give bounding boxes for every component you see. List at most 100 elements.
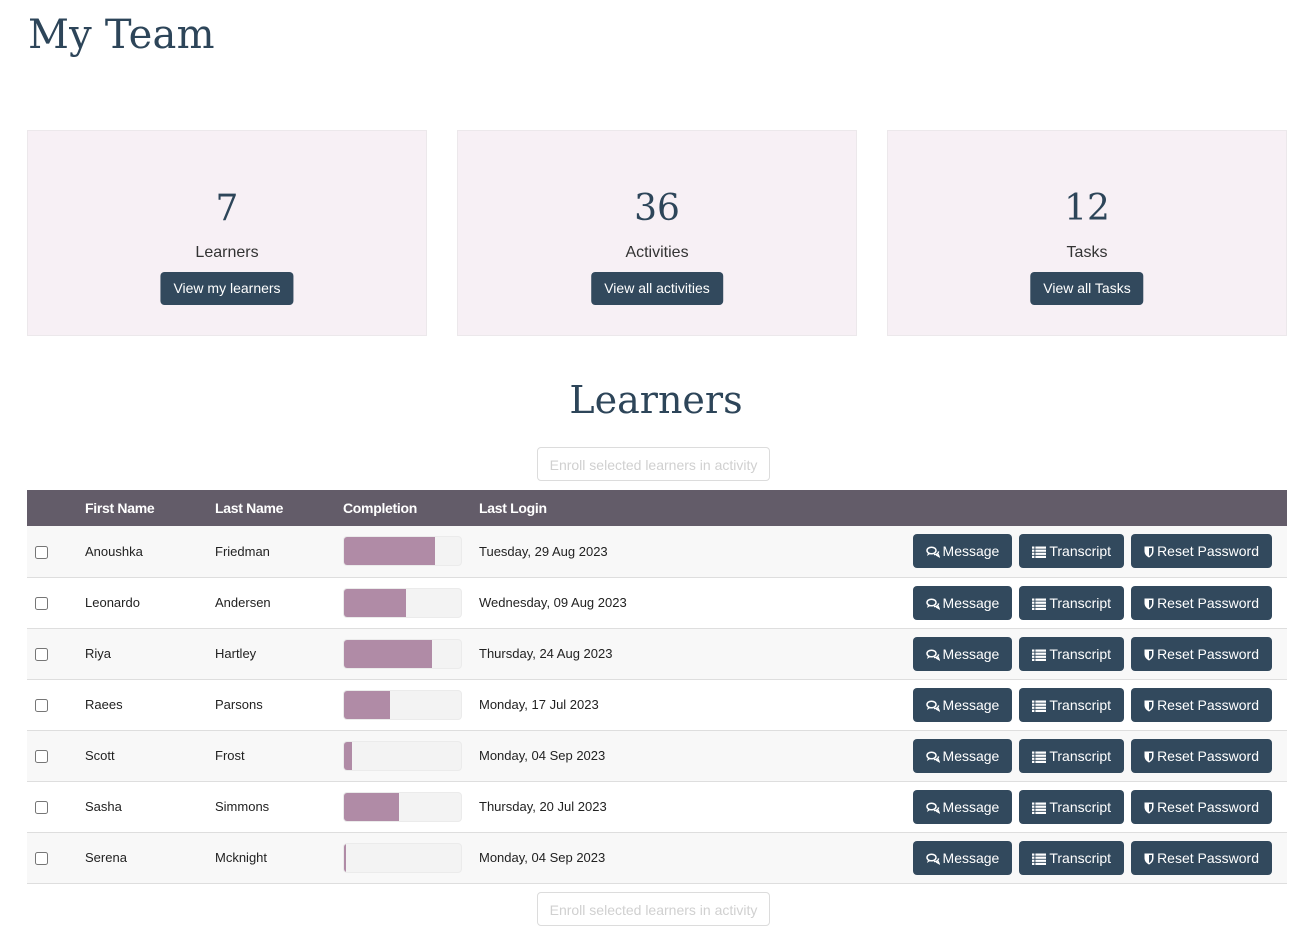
reset-password-button[interactable]: Reset Password xyxy=(1131,687,1272,722)
transcript-button[interactable]: Transcript xyxy=(1019,687,1125,722)
shield-icon xyxy=(1144,598,1154,610)
view-all-tasks-button[interactable]: View all Tasks xyxy=(1030,272,1144,305)
list-icon xyxy=(1032,649,1047,661)
message-button[interactable]: Message xyxy=(912,534,1013,569)
stat-card-activities: 36 Activities View all activities xyxy=(457,130,857,336)
comments-icon xyxy=(925,852,940,865)
last-login: Tuesday, 29 Aug 2023 xyxy=(479,543,608,559)
row-select-checkbox[interactable] xyxy=(35,801,48,815)
header-last-name[interactable]: Last Name xyxy=(215,490,343,526)
table-row: Scott Frost Monday, 04 Sep 2023 Message … xyxy=(27,730,1287,781)
comments-icon xyxy=(925,750,940,763)
message-button[interactable]: Message xyxy=(912,636,1013,671)
header-select xyxy=(27,490,85,526)
completion-progress-bar xyxy=(343,638,462,669)
list-icon xyxy=(1032,598,1047,610)
stat-label: Activities xyxy=(625,244,689,261)
last-login: Thursday, 20 Jul 2023 xyxy=(479,799,607,814)
reset-password-label: Reset Password xyxy=(1157,747,1259,764)
reset-password-button[interactable]: Reset Password xyxy=(1131,738,1272,773)
table-row: Anoushka Friedman Tuesday, 29 Aug 2023 M… xyxy=(27,526,1287,577)
row-select-checkbox[interactable] xyxy=(35,545,48,559)
first-name: Riya xyxy=(85,646,112,661)
comments-icon xyxy=(925,597,940,610)
message-button[interactable]: Message xyxy=(912,687,1013,722)
reset-password-label: Reset Password xyxy=(1157,798,1259,815)
completion-progress-fill xyxy=(344,741,353,770)
transcript-button[interactable]: Transcript xyxy=(1019,636,1125,671)
row-select-checkbox[interactable] xyxy=(35,750,48,764)
table-row: Riya Hartley Thursday, 24 Aug 2023 Messa… xyxy=(27,628,1287,679)
comments-icon xyxy=(925,801,940,814)
transcript-label: Transcript xyxy=(1049,645,1112,662)
header-first-name[interactable]: First Name xyxy=(85,490,215,526)
transcript-button[interactable]: Transcript xyxy=(1019,585,1125,620)
stats-row: 7 Learners View my learners 36 Activitie… xyxy=(27,130,1287,336)
first-name: Serena xyxy=(85,850,127,865)
transcript-button[interactable]: Transcript xyxy=(1019,789,1125,824)
message-label: Message xyxy=(942,696,1000,713)
first-name: Anoushka xyxy=(85,543,143,559)
reset-password-label: Reset Password xyxy=(1157,645,1259,662)
completion-progress-bar xyxy=(343,587,462,618)
message-label: Message xyxy=(942,747,1000,764)
completion-progress-fill xyxy=(344,843,347,872)
stat-value: 7 xyxy=(215,188,239,229)
transcript-label: Transcript xyxy=(1049,798,1112,815)
first-name: Scott xyxy=(85,748,115,763)
enroll-selected-button-top[interactable]: Enroll selected learners in activity xyxy=(537,447,770,481)
header-actions xyxy=(779,490,1287,526)
reset-password-button[interactable]: Reset Password xyxy=(1131,636,1272,671)
message-button[interactable]: Message xyxy=(912,840,1013,875)
reset-password-button[interactable]: Reset Password xyxy=(1131,789,1272,824)
list-icon xyxy=(1032,751,1047,763)
completion-progress-bar xyxy=(343,842,462,873)
transcript-button[interactable]: Transcript xyxy=(1019,534,1125,569)
completion-progress-fill xyxy=(344,537,436,566)
last-name: Hartley xyxy=(215,646,257,661)
completion-progress-fill xyxy=(344,588,406,617)
transcript-button[interactable]: Transcript xyxy=(1019,738,1125,773)
row-select-checkbox[interactable] xyxy=(35,648,48,662)
message-button[interactable]: Message xyxy=(912,789,1013,824)
learners-section-title: Learners xyxy=(569,378,743,422)
last-name: Andersen xyxy=(215,595,271,610)
shield-icon xyxy=(1144,700,1154,712)
row-select-checkbox[interactable] xyxy=(35,699,48,713)
header-last-login[interactable]: Last Login xyxy=(479,490,779,526)
last-name: Mcknight xyxy=(215,850,268,865)
message-label: Message xyxy=(942,798,1000,815)
transcript-label: Transcript xyxy=(1049,594,1112,611)
table-header-row: First Name Last Name Completion Last Log… xyxy=(27,490,1287,526)
reset-password-label: Reset Password xyxy=(1157,543,1259,560)
list-icon xyxy=(1032,802,1047,814)
enroll-selected-button-bottom[interactable]: Enroll selected learners in activity xyxy=(537,892,770,926)
stat-value: 36 xyxy=(634,188,680,229)
completion-progress-bar xyxy=(343,791,462,822)
first-name: Raees xyxy=(85,697,123,712)
last-name: Frost xyxy=(215,748,245,763)
reset-password-label: Reset Password xyxy=(1157,594,1259,611)
transcript-label: Transcript xyxy=(1049,543,1112,560)
header-completion[interactable]: Completion xyxy=(343,490,479,526)
last-login: Monday, 04 Sep 2023 xyxy=(479,850,606,865)
completion-progress-bar xyxy=(343,740,462,771)
view-my-learners-button[interactable]: View my learners xyxy=(160,272,294,305)
message-button[interactable]: Message xyxy=(912,738,1013,773)
first-name: Leonardo xyxy=(85,595,140,610)
stat-label: Tasks xyxy=(1066,244,1108,261)
last-login: Wednesday, 09 Aug 2023 xyxy=(479,595,627,610)
transcript-label: Transcript xyxy=(1049,696,1112,713)
message-button[interactable]: Message xyxy=(912,585,1013,620)
completion-progress-bar xyxy=(343,689,462,720)
transcript-button[interactable]: Transcript xyxy=(1019,840,1125,875)
reset-password-button[interactable]: Reset Password xyxy=(1131,840,1272,875)
comments-icon xyxy=(925,546,940,559)
completion-progress-fill xyxy=(344,690,390,719)
row-select-checkbox[interactable] xyxy=(35,597,48,611)
row-select-checkbox[interactable] xyxy=(35,852,48,866)
reset-password-button[interactable]: Reset Password xyxy=(1131,534,1272,569)
table-row: Serena Mcknight Monday, 04 Sep 2023 Mess… xyxy=(27,832,1287,883)
reset-password-button[interactable]: Reset Password xyxy=(1131,585,1272,620)
view-all-activities-button[interactable]: View all activities xyxy=(591,272,723,305)
